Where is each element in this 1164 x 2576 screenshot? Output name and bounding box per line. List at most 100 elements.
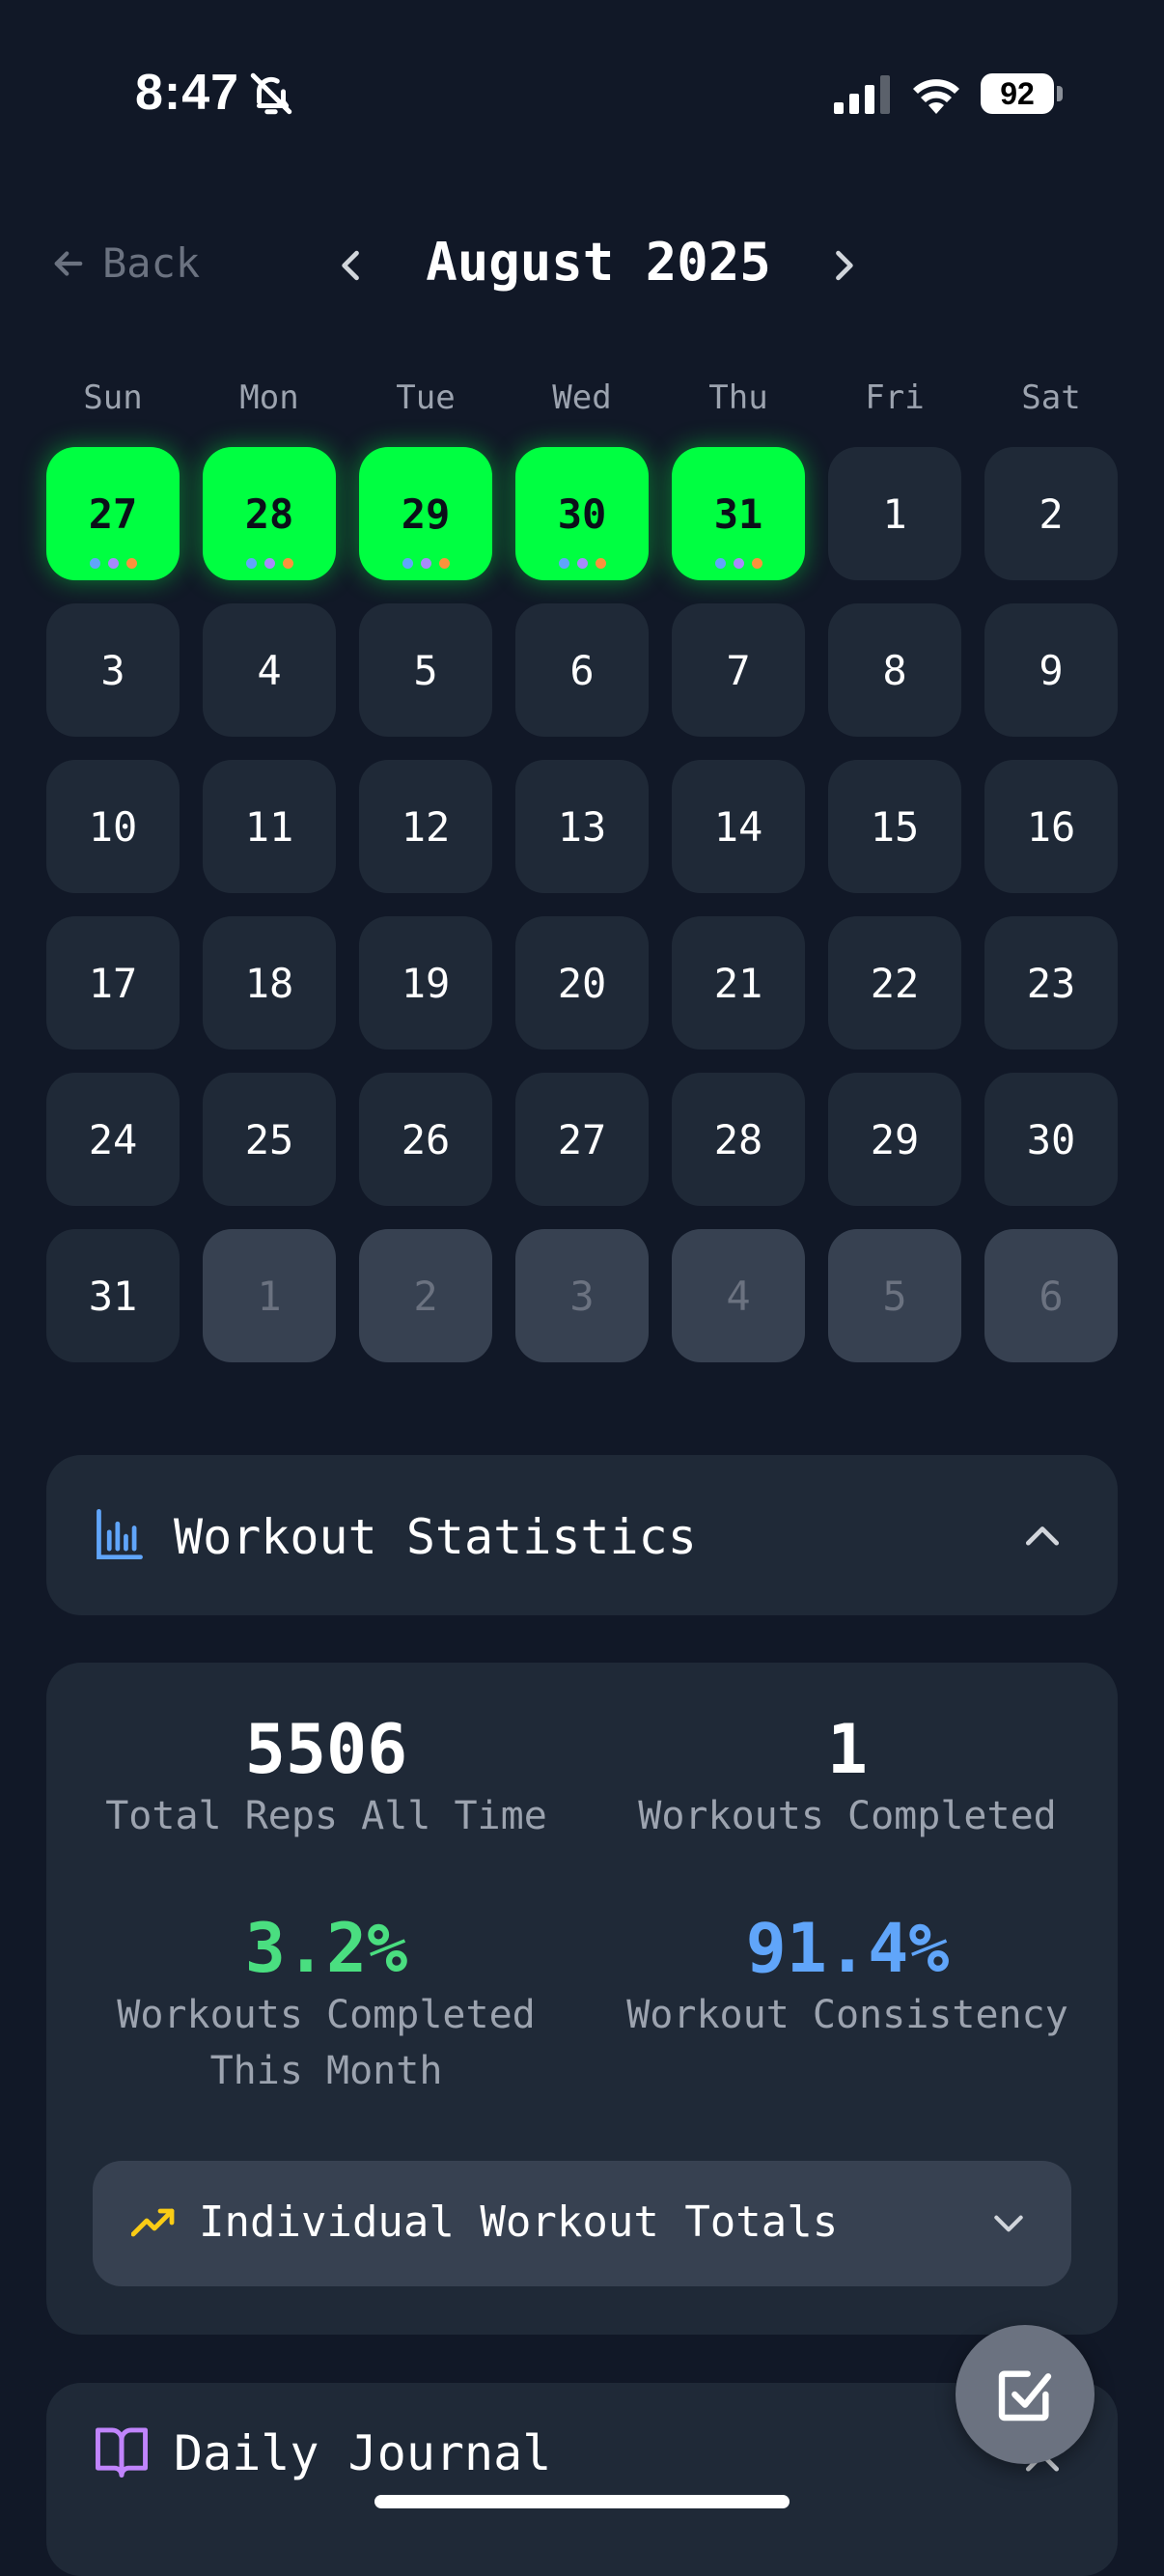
calendar-day-next-month[interactable]: 5 (828, 1229, 961, 1362)
day-number: 3 (569, 1272, 595, 1320)
day-number: 13 (557, 802, 607, 851)
calendar-day[interactable]: 1 (828, 447, 961, 580)
calendar-day[interactable]: 4 (203, 603, 336, 737)
calendar-day[interactable]: 10 (46, 760, 180, 893)
workout-statistics-title: Workout Statistics (174, 1509, 697, 1565)
calendar-day[interactable]: 20 (515, 916, 649, 1050)
chevron-up-icon (1025, 1526, 1060, 1546)
calendar-day[interactable]: 5 (359, 603, 492, 737)
calendar-day[interactable]: 16 (984, 760, 1118, 893)
weekday-label: Mon (239, 378, 299, 417)
book-open-icon (96, 2427, 149, 2478)
day-number: 6 (1039, 1272, 1064, 1320)
calendar-day[interactable]: 24 (46, 1073, 180, 1206)
workout-dot (558, 558, 569, 569)
workout-dot (107, 558, 119, 569)
calendar-day-completed[interactable]: 28 (203, 447, 336, 580)
workout-dot (89, 558, 100, 569)
day-number: 1 (882, 490, 907, 538)
cellular-signal-icon (834, 75, 890, 114)
calendar-day-completed[interactable]: 30 (515, 447, 649, 580)
calendar-day-next-month[interactable]: 6 (984, 1229, 1118, 1362)
calendar-day[interactable]: 23 (984, 916, 1118, 1050)
chevron-down-icon (994, 2215, 1023, 2232)
workout-dots (46, 558, 180, 569)
calendar-day[interactable]: 21 (672, 916, 805, 1050)
workout-dot (733, 558, 744, 569)
stat-value: 5506 (244, 1710, 408, 1789)
stat-label: Workouts Completed (638, 1794, 1057, 1838)
month-title: August 2025 (426, 232, 771, 293)
weekday-label: Wed (552, 378, 612, 417)
battery-indicator: 92 (981, 73, 1064, 116)
calendar-day[interactable]: 11 (203, 760, 336, 893)
calendar-day[interactable]: 31 (46, 1229, 180, 1362)
arrow-left-icon (54, 250, 83, 276)
log-workout-button[interactable] (956, 2325, 1095, 2464)
workout-statistics-toggle[interactable]: Workout Statistics (46, 1455, 1118, 1615)
day-number: 10 (88, 802, 138, 851)
day-number: 30 (557, 490, 607, 538)
calendar-day[interactable]: 19 (359, 916, 492, 1050)
next-month-button[interactable] (822, 241, 865, 290)
bell-muted-icon (250, 72, 292, 115)
calendar-day[interactable]: 2 (984, 447, 1118, 580)
calendar-day-completed[interactable]: 31 (672, 447, 805, 580)
workout-dot (714, 558, 726, 569)
calendar-day[interactable]: 13 (515, 760, 649, 893)
workout-dots (359, 558, 492, 569)
stat-value: 1 (826, 1710, 869, 1789)
workout-dot (263, 558, 275, 569)
calendar-day-next-month[interactable]: 4 (672, 1229, 805, 1362)
day-number: 29 (401, 490, 451, 538)
calendar-day[interactable]: 9 (984, 603, 1118, 737)
calendar-day[interactable]: 30 (984, 1073, 1118, 1206)
stat-value: 3.2% (244, 1909, 408, 1988)
stat-label: Workouts Completed (117, 1993, 536, 2037)
calendar-day-next-month[interactable]: 1 (203, 1229, 336, 1362)
calendar-day[interactable]: 7 (672, 603, 805, 737)
day-number: 11 (244, 802, 294, 851)
day-number: 24 (88, 1115, 138, 1163)
weekday-label: Tue (396, 378, 456, 417)
statistics-card: 5506 Total Reps All Time 1 Workouts Comp… (46, 1663, 1118, 2335)
calendar-day[interactable]: 12 (359, 760, 492, 893)
calendar-day[interactable]: 8 (828, 603, 961, 737)
battery-level: 92 (981, 73, 1054, 114)
calendar-day[interactable]: 15 (828, 760, 961, 893)
calendar-day[interactable]: 25 (203, 1073, 336, 1206)
calendar-day[interactable]: 29 (828, 1073, 961, 1206)
calendar-day-completed[interactable]: 29 (359, 447, 492, 580)
calendar-day[interactable]: 28 (672, 1073, 805, 1206)
day-number: 25 (244, 1115, 294, 1163)
stat-total-reps: 5506 Total Reps All Time (46, 1711, 606, 1844)
day-number: 4 (257, 646, 282, 694)
calendar-day[interactable]: 27 (515, 1073, 649, 1206)
weekday-label: Fri (865, 378, 925, 417)
workout-dot (438, 558, 450, 569)
workout-dot (576, 558, 588, 569)
calendar-day[interactable]: 3 (46, 603, 180, 737)
day-number: 20 (557, 959, 607, 1007)
calendar-day[interactable]: 6 (515, 603, 649, 737)
day-number: 27 (88, 490, 138, 538)
calendar-day[interactable]: 14 (672, 760, 805, 893)
calendar-day-next-month[interactable]: 2 (359, 1229, 492, 1362)
calendar-day[interactable]: 17 (46, 916, 180, 1050)
day-number: 9 (1039, 646, 1064, 694)
calendar-day[interactable]: 22 (828, 916, 961, 1050)
workout-dots (672, 558, 805, 569)
checkbox-edit-icon (998, 2370, 1052, 2422)
calendar-day-next-month[interactable]: 3 (515, 1229, 649, 1362)
workout-dot (125, 558, 137, 569)
day-number: 14 (713, 802, 763, 851)
calendar-day-completed[interactable]: 27 (46, 447, 180, 580)
back-button[interactable]: Back (48, 239, 200, 287)
stat-label: Total Reps All Time (105, 1794, 547, 1838)
day-number: 23 (1026, 959, 1076, 1007)
calendar-day[interactable]: 18 (203, 916, 336, 1050)
calendar-day[interactable]: 26 (359, 1073, 492, 1206)
weekday-label: Sun (83, 378, 143, 417)
individual-workout-totals-toggle[interactable]: Individual Workout Totals (93, 2161, 1071, 2286)
previous-month-button[interactable] (330, 241, 373, 290)
